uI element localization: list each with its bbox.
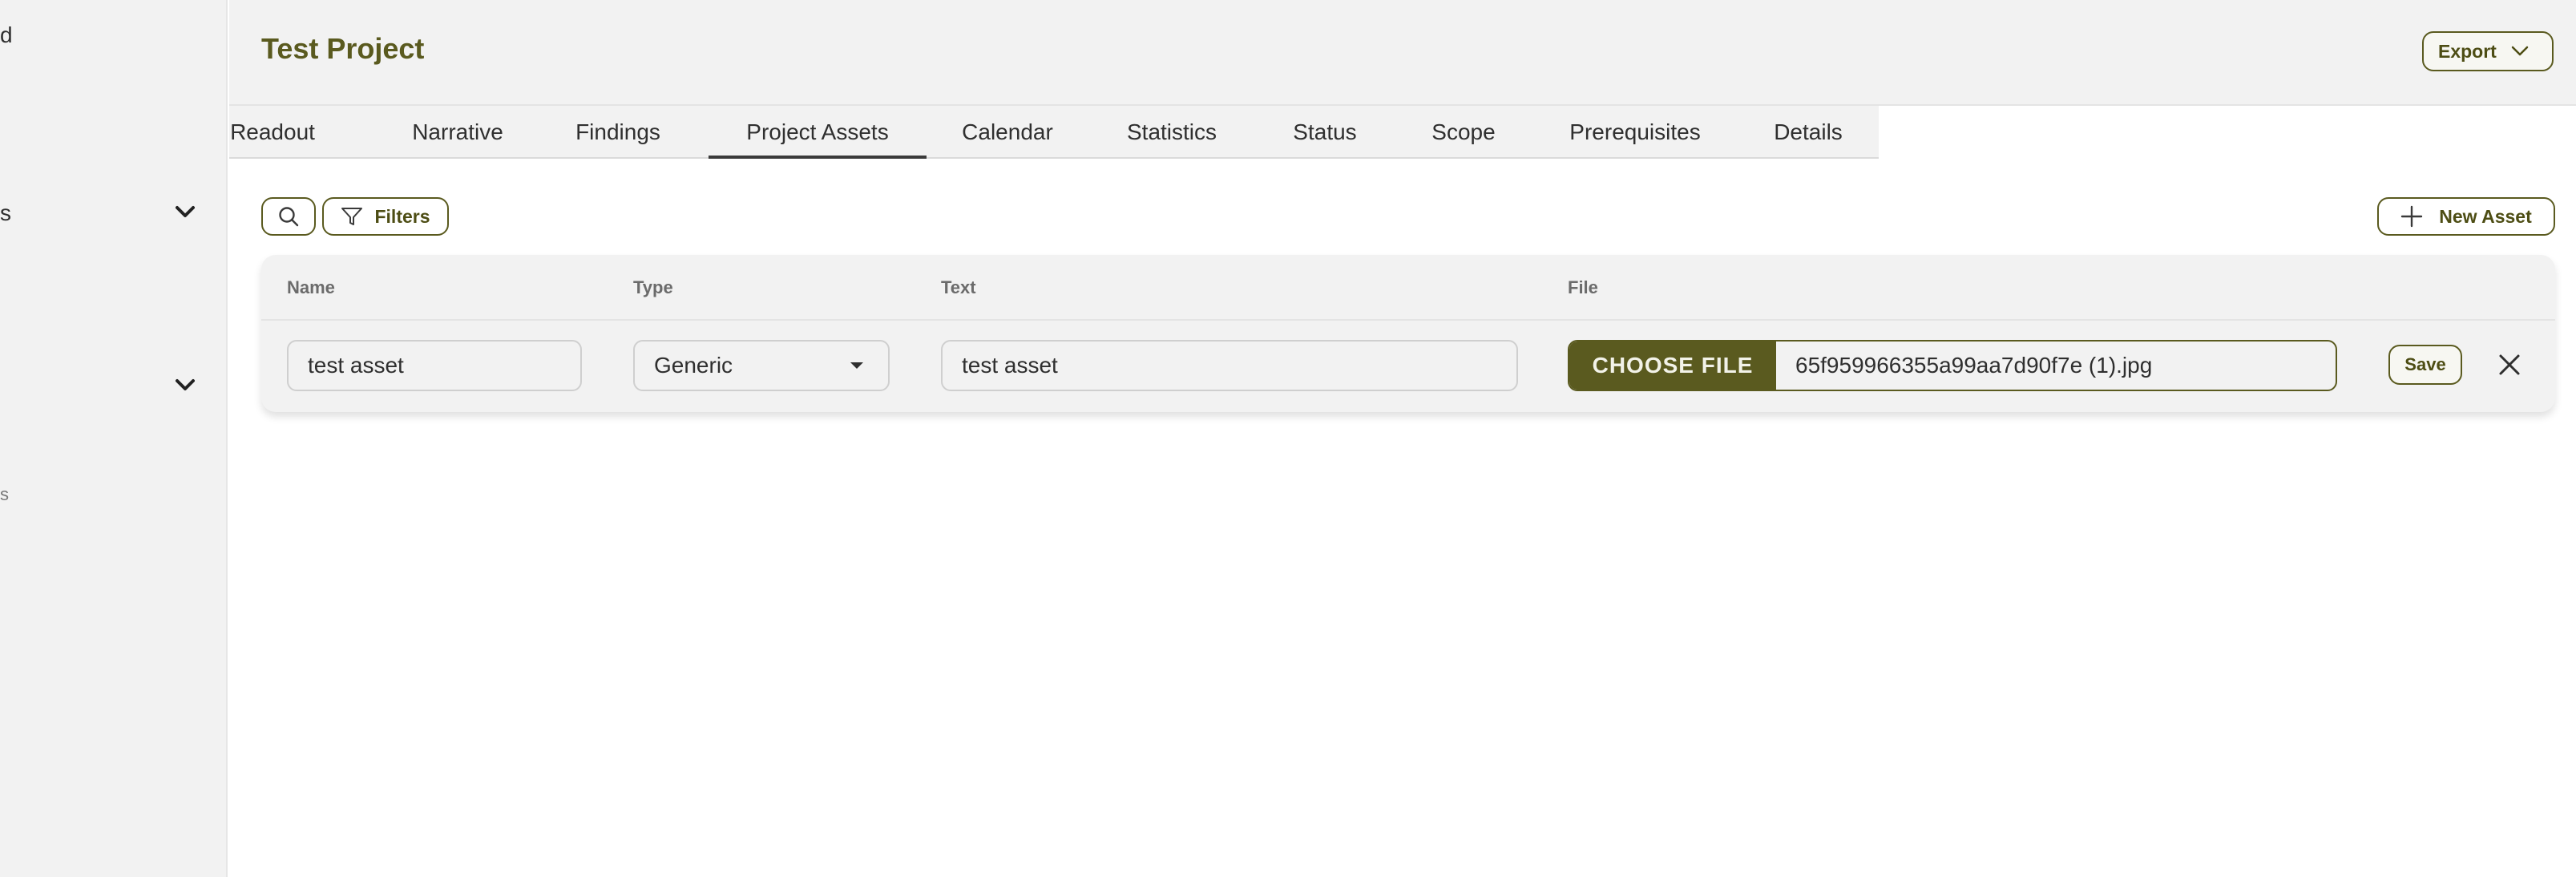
new-asset-button[interactable]: New Asset [2377, 197, 2555, 236]
search-button[interactable] [261, 197, 316, 236]
new-asset-label: New Asset [2439, 205, 2532, 227]
sidebar-item-fragment[interactable]: s [0, 200, 11, 226]
sidebar-item-fragment[interactable]: s [0, 484, 9, 505]
text-input-value: test asset [962, 353, 1058, 378]
tab-statistics[interactable]: Statistics [1124, 106, 1220, 159]
chevron-down-icon[interactable] [173, 377, 197, 393]
save-button[interactable]: Save [2388, 345, 2462, 385]
table-divider [261, 319, 2555, 321]
caret-down-icon [850, 362, 863, 369]
tab-narrative[interactable]: Narrative [410, 106, 505, 159]
column-header-text: Text [941, 277, 976, 297]
filters-label: Filters [374, 205, 430, 227]
close-icon[interactable] [2496, 351, 2523, 378]
tab-readout[interactable]: Readout [229, 106, 316, 159]
assets-table: Name Type Text File test asset Generic t… [261, 255, 2555, 412]
export-label: Export [2438, 40, 2497, 62]
sidebar: d s s [0, 0, 228, 877]
file-name: 65f959966355a99aa7d90f7e (1).jpg [1795, 353, 2153, 378]
tab-bar: Readout Narrative Findings Project Asset… [229, 106, 1879, 159]
plus-icon [2401, 205, 2423, 228]
column-header-type: Type [633, 277, 673, 297]
export-button[interactable]: Export [2422, 31, 2554, 71]
choose-file-button[interactable]: CHOOSE FILE [1569, 342, 1776, 390]
type-select-value: Generic [654, 353, 733, 378]
tab-project-assets[interactable]: Project Assets [709, 106, 927, 159]
main-content: Test Project Export Readout Narrative Fi… [229, 0, 2576, 877]
tab-scope[interactable]: Scope [1430, 106, 1497, 159]
search-icon [279, 207, 299, 227]
chevron-down-icon [2511, 46, 2529, 56]
name-input-value: test asset [308, 353, 404, 378]
text-input[interactable]: test asset [941, 340, 1518, 391]
name-input[interactable]: test asset [287, 340, 582, 391]
page-title: Test Project [261, 32, 425, 65]
file-input[interactable]: CHOOSE FILE 65f959966355a99aa7d90f7e (1)… [1568, 340, 2337, 391]
tab-calendar[interactable]: Calendar [960, 106, 1055, 159]
filter-icon [341, 208, 363, 225]
page-header: Test Project Export [229, 0, 2576, 106]
tab-status[interactable]: Status [1290, 106, 1359, 159]
sidebar-item-fragment[interactable]: d [0, 22, 13, 48]
filters-button[interactable]: Filters [322, 197, 449, 236]
column-header-name: Name [287, 277, 335, 297]
column-header-file: File [1568, 277, 1598, 297]
tab-findings[interactable]: Findings [574, 106, 662, 159]
type-select[interactable]: Generic [633, 340, 890, 391]
tab-details[interactable]: Details [1773, 106, 1843, 159]
tab-prerequisites[interactable]: Prerequisites [1568, 106, 1702, 159]
chevron-down-icon[interactable] [173, 204, 197, 220]
